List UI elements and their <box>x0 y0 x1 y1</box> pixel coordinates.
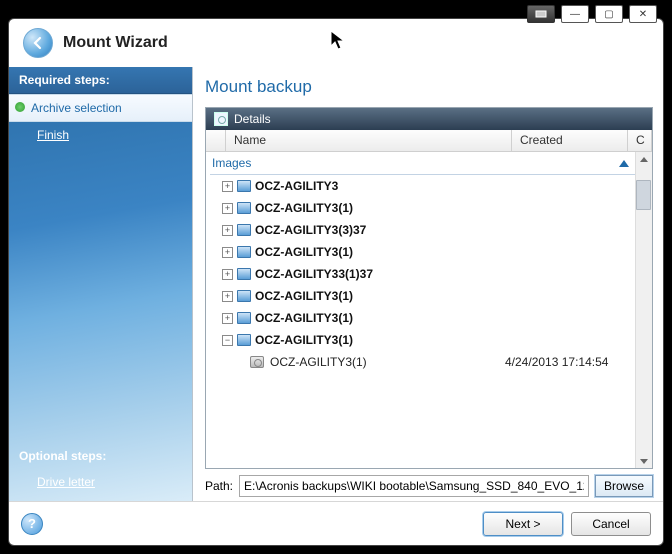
tree-node[interactable]: +OCZ-AGILITY3 <box>210 175 635 197</box>
step-drive-letter[interactable]: Drive letter <box>9 469 192 501</box>
required-steps-header: Required steps: <box>9 67 192 94</box>
vertical-scrollbar[interactable] <box>635 152 652 468</box>
details-icon <box>214 112 228 126</box>
main-panel: Mount backup Details Name Created C Imag… <box>193 67 663 501</box>
tree-node[interactable]: +OCZ-AGILITY3(1) <box>210 241 635 263</box>
back-button[interactable] <box>23 28 53 58</box>
details-panel: Details Name Created C Images +OCZ-AGILI… <box>205 107 653 469</box>
drive-icon <box>237 180 251 192</box>
column-toggle[interactable] <box>206 130 226 151</box>
tree-node[interactable]: +OCZ-AGILITY3(1) <box>210 307 635 329</box>
drive-icon <box>237 224 251 236</box>
wizard-footer: ? Next > Cancel <box>9 501 663 545</box>
help-button[interactable]: ? <box>21 513 43 535</box>
scroll-thumb[interactable] <box>636 180 651 210</box>
back-arrow-icon <box>30 35 46 51</box>
backup-tree[interactable]: Images +OCZ-AGILITY3 +OCZ-AGILITY3(1) +O… <box>206 152 635 468</box>
collapse-icon[interactable] <box>619 160 629 167</box>
path-row: Path: Browse <box>205 475 653 497</box>
details-label: Details <box>234 112 271 126</box>
expand-icon[interactable]: + <box>222 247 233 258</box>
path-input[interactable] <box>239 475 589 497</box>
group-label: Images <box>212 156 251 170</box>
tree-node[interactable]: +OCZ-AGILITY3(1) <box>210 285 635 307</box>
path-label: Path: <box>205 479 233 493</box>
drive-icon <box>237 290 251 302</box>
expand-icon[interactable]: + <box>222 313 233 324</box>
page-title: Mount backup <box>205 77 653 97</box>
step-finish[interactable]: Finish <box>9 122 192 148</box>
window-controls: — ▢ ✕ <box>527 5 657 23</box>
cancel-button[interactable]: Cancel <box>571 512 651 536</box>
drive-icon <box>237 268 251 280</box>
drive-icon <box>237 246 251 258</box>
collapse-icon[interactable]: − <box>222 335 233 346</box>
child-label: OCZ-AGILITY3(1) <box>270 355 499 369</box>
drive-icon <box>237 312 251 324</box>
disk-icon <box>250 356 264 368</box>
steps-sidebar: Required steps: Archive selection Finish… <box>9 67 193 501</box>
close-button[interactable]: ✕ <box>629 5 657 23</box>
tree-node[interactable]: +OCZ-AGILITY33(1)37 <box>210 263 635 285</box>
minimize-button[interactable]: — <box>561 5 589 23</box>
step-archive-selection[interactable]: Archive selection <box>9 94 192 122</box>
expand-icon[interactable]: + <box>222 203 233 214</box>
wizard-header: Mount Wizard <box>9 19 663 67</box>
expand-icon[interactable]: + <box>222 181 233 192</box>
scroll-down-icon[interactable] <box>636 454 652 468</box>
child-created: 4/24/2013 17:14:54 <box>505 355 635 369</box>
scroll-up-icon[interactable] <box>636 152 652 166</box>
tree-node[interactable]: −OCZ-AGILITY3(1) <box>210 329 635 351</box>
group-images[interactable]: Images <box>210 154 635 175</box>
mount-wizard-window: — ▢ ✕ Mount Wizard Required steps: Archi… <box>8 18 664 546</box>
column-created[interactable]: Created <box>512 130 628 151</box>
column-headers: Name Created C <box>206 130 652 152</box>
tree-child[interactable]: OCZ-AGILITY3(1) 4/24/2013 17:14:54 <box>210 351 635 373</box>
details-header: Details <box>206 108 652 130</box>
drive-icon <box>237 202 251 214</box>
tree-node[interactable]: +OCZ-AGILITY3(1) <box>210 197 635 219</box>
next-button[interactable]: Next > <box>483 512 563 536</box>
tree-node[interactable]: +OCZ-AGILITY3(3)37 <box>210 219 635 241</box>
window-title: Mount Wizard <box>63 34 168 52</box>
window-extra-button[interactable] <box>527 5 555 23</box>
expand-icon[interactable]: + <box>222 269 233 280</box>
drive-icon <box>237 334 251 346</box>
optional-steps-header: Optional steps: <box>9 443 192 469</box>
expand-icon[interactable]: + <box>222 291 233 302</box>
column-name[interactable]: Name <box>226 130 512 151</box>
expand-icon[interactable]: + <box>222 225 233 236</box>
browse-button[interactable]: Browse <box>595 475 653 497</box>
maximize-button[interactable]: ▢ <box>595 5 623 23</box>
column-c[interactable]: C <box>628 130 652 151</box>
